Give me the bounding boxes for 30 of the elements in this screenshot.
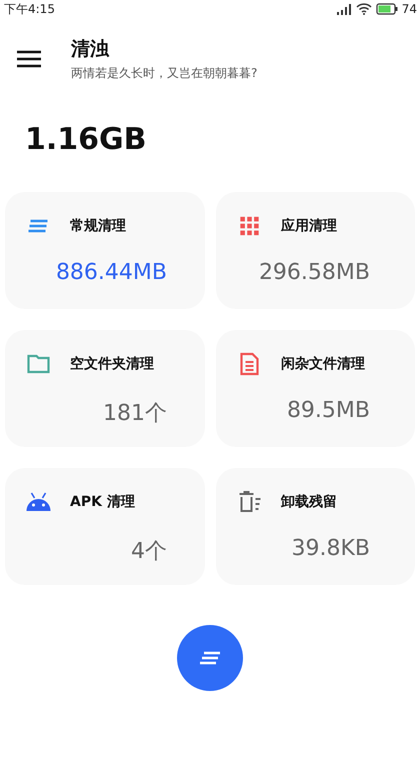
app-subtitle: 两情若是久长时，又岂在朝朝暮暮? — [71, 65, 258, 82]
clean-card[interactable]: 应用清理 296.58MB — [216, 192, 415, 309]
card-title: APK 清理 — [70, 493, 135, 511]
wifi-icon — [356, 3, 372, 15]
card-title: 闲杂文件清理 — [281, 355, 365, 373]
clean-card[interactable]: 卸载残留 39.8KB — [216, 468, 415, 585]
signal-icon — [336, 4, 352, 14]
battery-level: 74 — [402, 2, 417, 16]
card-value: 181个 — [103, 400, 167, 428]
folder-icon — [25, 352, 52, 376]
card-value: 89.5MB — [286, 398, 370, 423]
card-value: 4个 — [131, 538, 167, 566]
status-time: 下午4:15 — [4, 0, 55, 18]
card-value: 296.58MB — [258, 260, 370, 285]
clean-card[interactable]: 空文件夹清理 181个 — [5, 330, 205, 447]
menu-icon[interactable] — [17, 50, 41, 68]
card-title: 卸载残留 — [281, 493, 337, 511]
card-title: 空文件夹清理 — [70, 355, 154, 373]
card-title: 常规清理 — [70, 217, 126, 235]
clean-card[interactable]: APK 清理 4个 — [5, 468, 205, 585]
clean-card[interactable]: 常规清理 886.44MB — [5, 192, 205, 309]
battery-icon — [376, 3, 398, 15]
clean-card[interactable]: 闲杂文件清理 89.5MB — [216, 330, 415, 447]
lines-icon — [198, 651, 220, 665]
android-icon — [25, 492, 52, 512]
total-size: 1.16GB — [24, 121, 148, 159]
app-title: 清浊 — [71, 37, 110, 62]
card-value: 886.44MB — [56, 260, 167, 285]
card-value: 39.8KB — [291, 536, 370, 561]
card-title: 应用清理 — [281, 217, 337, 235]
